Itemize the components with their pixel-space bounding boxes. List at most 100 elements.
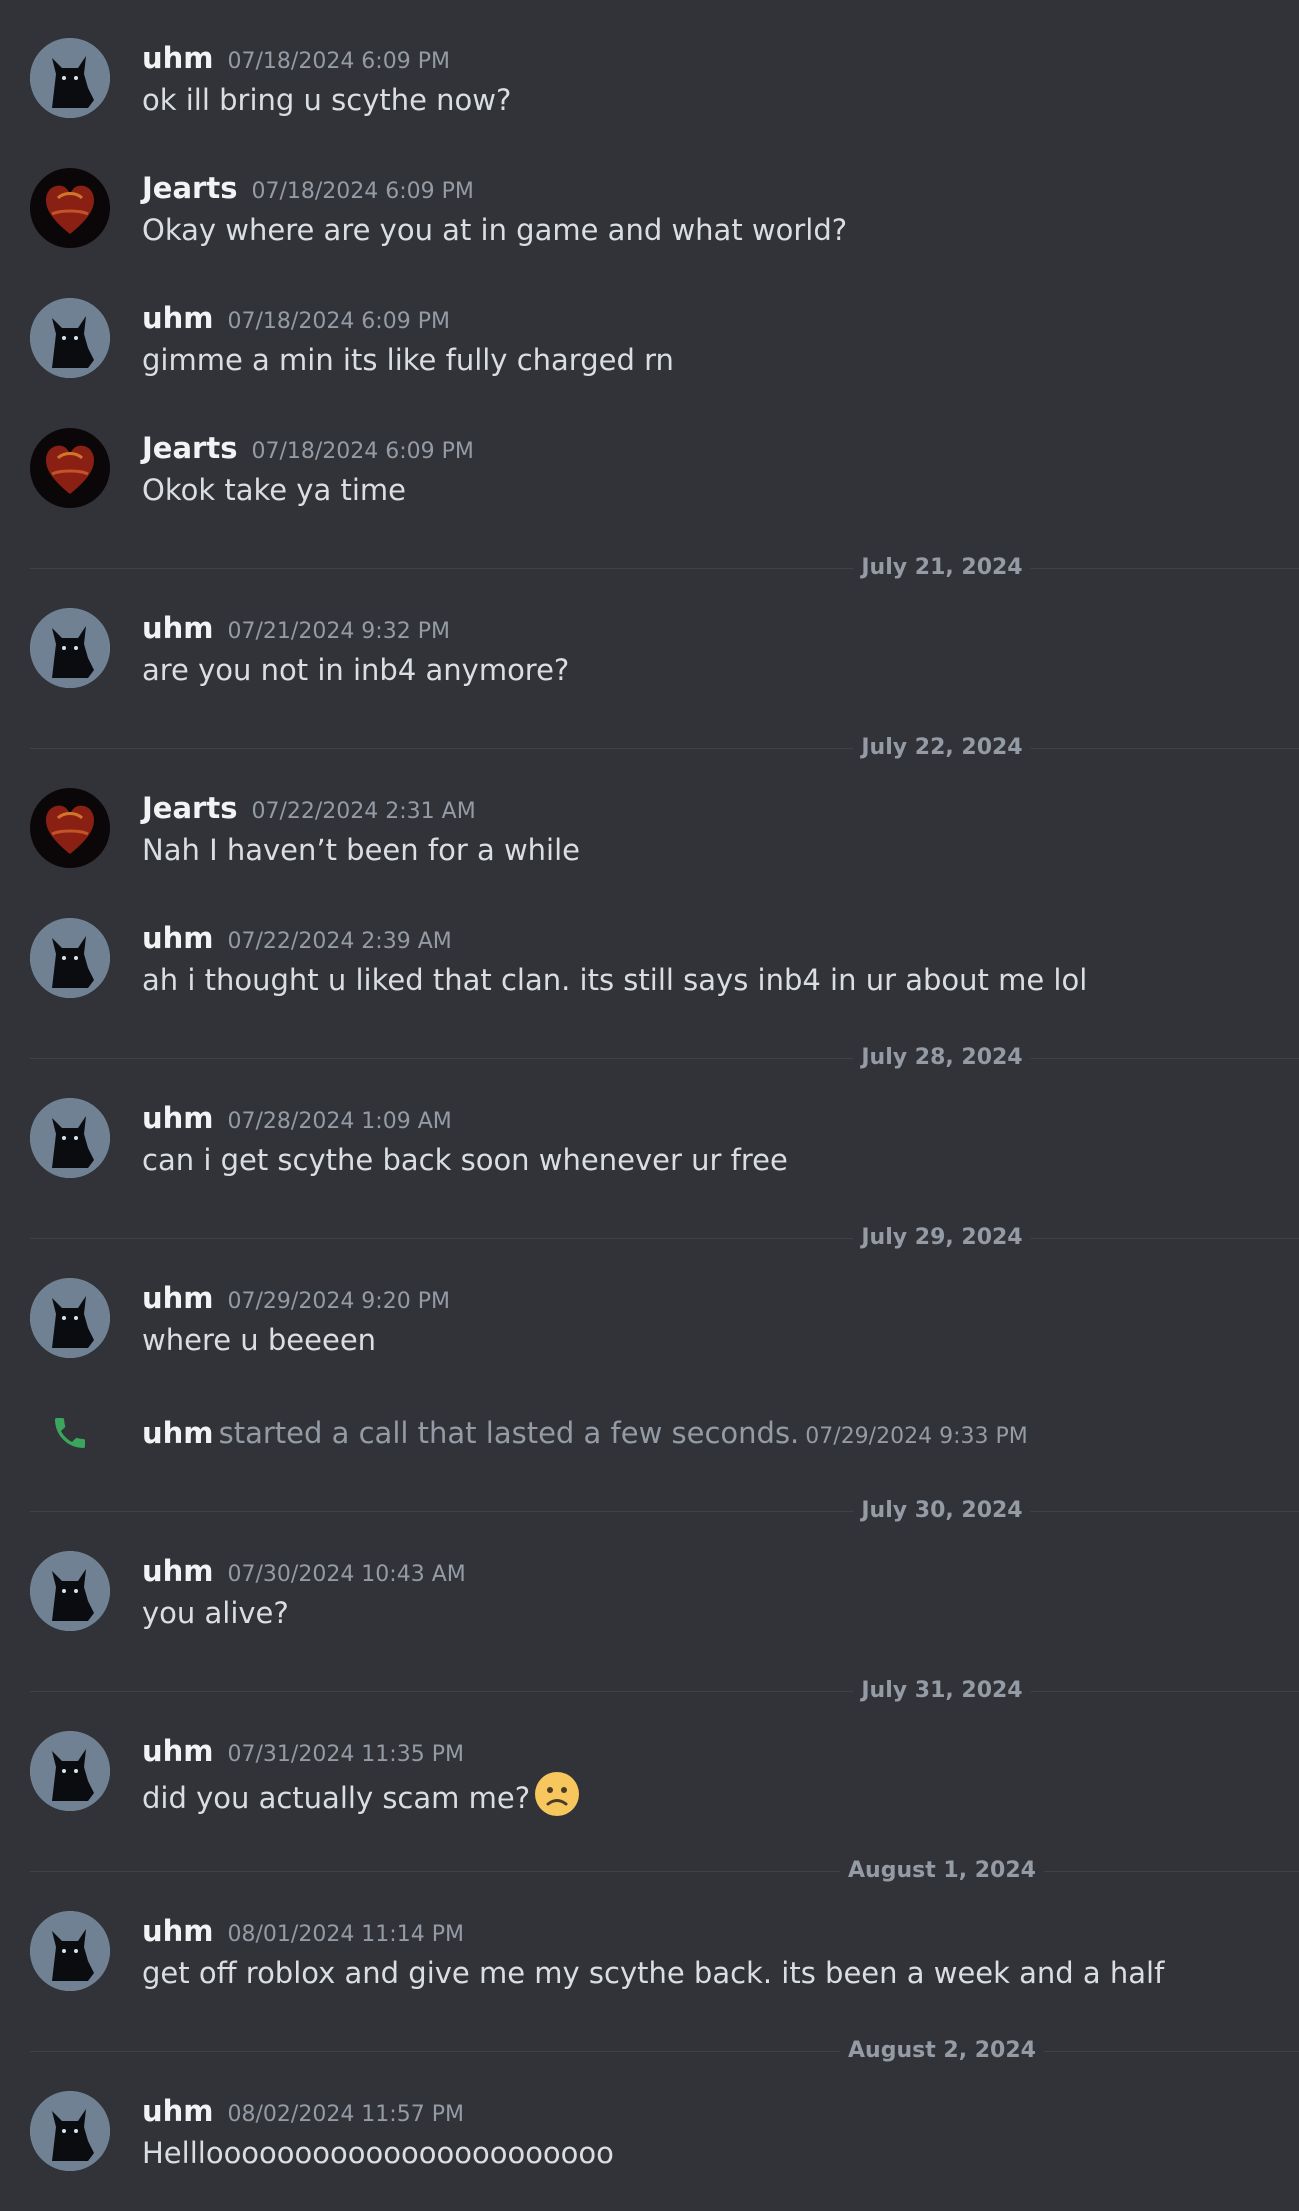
black-cat-icon[interactable] (30, 38, 110, 118)
timestamp: 07/18/2024 6:09 PM (251, 439, 474, 464)
username[interactable]: Jearts (142, 791, 237, 825)
black-cat-icon[interactable] (30, 1551, 110, 1631)
black-cat-icon[interactable] (30, 1278, 110, 1358)
username[interactable]: uhm (142, 1416, 214, 1450)
timestamp: 07/18/2024 6:09 PM (227, 49, 450, 74)
message-header: uhm 07/31/2024 11:35 PM (142, 1731, 464, 1771)
message-text: you alive? (142, 1596, 289, 1630)
message-item: uhm 07/28/2024 1:09 AM can i get scythe b… (0, 1098, 1299, 1218)
heart-logo-icon[interactable] (30, 788, 110, 868)
frowning-face-emoji (534, 1771, 580, 1829)
timestamp: 07/31/2024 11:35 PM (227, 1742, 464, 1767)
date-label: August 1, 2024 (840, 1856, 1044, 1886)
message-item: uhm 08/01/2024 11:14 PM get off roblox an… (0, 1911, 1299, 2031)
divider-line (30, 568, 1299, 569)
date-label: July 28, 2024 (853, 1043, 1031, 1073)
message-header: Jearts 07/22/2024 2:31 AM (142, 788, 476, 828)
username[interactable]: uhm (142, 41, 214, 75)
message-text: ah i thought u liked that clan. its stil… (142, 963, 1088, 997)
black-cat-icon[interactable] (30, 298, 110, 378)
black-cat-icon[interactable] (30, 1911, 110, 1991)
message-item: uhm 07/30/2024 10:43 AM you alive? (0, 1551, 1299, 1671)
message-text: did you actually scam me? (142, 1781, 531, 1815)
date-label: August 2, 2024 (840, 2036, 1044, 2066)
timestamp: 08/01/2024 11:14 PM (227, 1922, 464, 1947)
message-item: uhm 08/02/2024 11:57 PM Hellloooooooooooo… (0, 2091, 1299, 2211)
date-divider: August 2, 2024 (30, 2036, 1299, 2066)
username[interactable]: uhm (142, 1281, 214, 1315)
black-cat-icon[interactable] (30, 608, 110, 688)
date-divider: July 29, 2024 (30, 1223, 1299, 1253)
date-label: July 31, 2024 (853, 1676, 1031, 1706)
message-text: can i get scythe back soon whenever ur f… (142, 1143, 788, 1177)
message-text: Okok take ya time (142, 473, 406, 507)
black-cat-icon[interactable] (30, 2091, 110, 2171)
message-item: Jearts 07/18/2024 6:09 PM Okok take ya ti… (0, 428, 1299, 548)
username[interactable]: uhm (142, 2094, 214, 2128)
date-label: July 29, 2024 (853, 1223, 1031, 1253)
call-system-message: uhm started a call that lasted a few sec… (0, 1403, 1299, 1463)
call-description: started a call that lasted a few seconds… (218, 1416, 800, 1450)
divider-line (30, 1691, 1299, 1692)
username[interactable]: uhm (142, 1101, 214, 1135)
message-header: Jearts 07/18/2024 6:09 PM (142, 168, 474, 208)
message-header: uhm 07/18/2024 6:09 PM (142, 38, 450, 78)
message-item: uhm 07/18/2024 6:09 PM gimme a min its li… (0, 298, 1299, 418)
username[interactable]: uhm (142, 611, 214, 645)
message-item: uhm 07/22/2024 2:39 AM ah i thought u lik… (0, 918, 1299, 1038)
timestamp: 07/22/2024 2:31 AM (251, 799, 476, 824)
divider-line (30, 1238, 1299, 1239)
date-divider: July 22, 2024 (30, 733, 1299, 763)
message-item: Jearts 07/18/2024 6:09 PM Okay where are … (0, 168, 1299, 288)
message-content: did you actually scam me? (142, 1771, 580, 1829)
message-header: uhm 07/30/2024 10:43 AM (142, 1551, 466, 1591)
chat-message-list: uhm 07/18/2024 6:09 PM ok ill bring u scy… (0, 0, 1299, 2198)
timestamp: 07/28/2024 1:09 AM (227, 1109, 452, 1134)
divider-line (30, 2051, 1299, 2052)
message-item: uhm 07/18/2024 6:09 PM ok ill bring u scy… (0, 38, 1299, 158)
divider-line (30, 1871, 1299, 1872)
heart-logo-icon[interactable] (30, 428, 110, 508)
date-label: July 21, 2024 (853, 553, 1031, 583)
username[interactable]: uhm (142, 921, 214, 955)
message-item: Jearts 07/22/2024 2:31 AM Nah I haven’t b… (0, 788, 1299, 908)
black-cat-icon[interactable] (30, 918, 110, 998)
message-header: uhm 07/18/2024 6:09 PM (142, 298, 450, 338)
username[interactable]: Jearts (142, 171, 237, 205)
date-divider: July 30, 2024 (30, 1496, 1299, 1526)
message-header: uhm 07/21/2024 9:32 PM (142, 608, 450, 648)
heart-logo-icon[interactable] (30, 168, 110, 248)
date-label: July 30, 2024 (853, 1496, 1031, 1526)
message-text: Helllooooooooooooooooooooooo (142, 2136, 614, 2170)
timestamp: 07/29/2024 9:33 PM (805, 1424, 1028, 1449)
username[interactable]: uhm (142, 301, 214, 335)
message-text: where u beeeen (142, 1323, 377, 1357)
message-header: uhm 07/28/2024 1:09 AM (142, 1098, 452, 1138)
divider-line (30, 1511, 1299, 1512)
message-text: ok ill bring u scythe now? (142, 83, 512, 117)
timestamp: 08/02/2024 11:57 PM (227, 2102, 464, 2127)
username[interactable]: uhm (142, 1734, 214, 1768)
timestamp: 07/29/2024 9:20 PM (227, 1289, 450, 1314)
message-text: are you not in inb4 anymore? (142, 653, 570, 687)
username[interactable]: uhm (142, 1914, 214, 1948)
username[interactable]: uhm (142, 1554, 214, 1588)
black-cat-icon[interactable] (30, 1731, 110, 1811)
timestamp: 07/18/2024 6:09 PM (227, 309, 450, 334)
message-item: uhm 07/31/2024 11:35 PM did you actually … (0, 1731, 1299, 1851)
username[interactable]: Jearts (142, 431, 237, 465)
message-header: uhm 08/02/2024 11:57 PM (142, 2091, 464, 2131)
message-text: Nah I haven’t been for a while (142, 833, 581, 867)
timestamp: 07/22/2024 2:39 AM (227, 929, 452, 954)
message-header: Jearts 07/18/2024 6:09 PM (142, 428, 474, 468)
message-text: get off roblox and give me my scythe bac… (142, 1956, 1165, 1990)
black-cat-icon[interactable] (30, 1098, 110, 1178)
timestamp: 07/18/2024 6:09 PM (251, 179, 474, 204)
date-divider: July 28, 2024 (30, 1043, 1299, 1073)
message-text: Okay where are you at in game and what w… (142, 213, 848, 247)
message-item: uhm 07/29/2024 9:20 PM where u beeeen (0, 1278, 1299, 1398)
call-line: uhm started a call that lasted a few sec… (142, 1403, 1028, 1468)
date-label: July 22, 2024 (853, 733, 1031, 763)
message-header: uhm 07/22/2024 2:39 AM (142, 918, 452, 958)
message-text: gimme a min its like fully charged rn (142, 343, 674, 377)
